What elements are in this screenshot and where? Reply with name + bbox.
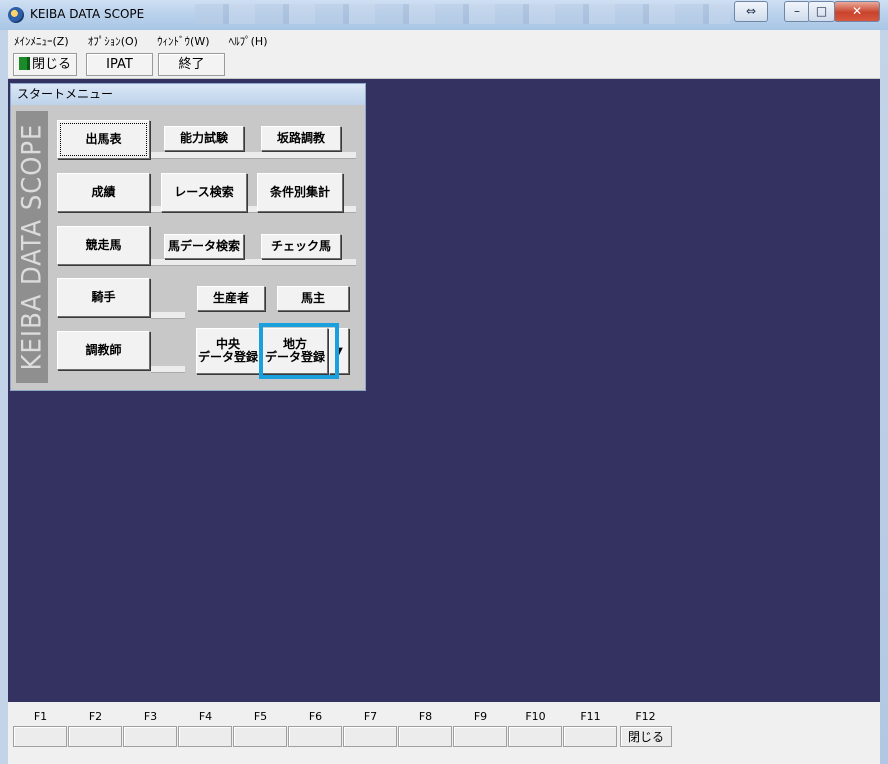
door-exit-icon <box>18 57 30 70</box>
f5-button[interactable] <box>233 726 287 747</box>
f11-button[interactable] <box>563 726 617 747</box>
close-toolbar-label: 閉じる <box>31 57 71 72</box>
kyosoba-button[interactable]: 競走馬 <box>57 226 150 265</box>
side-logo-text: KEIBA DATA SCOPE <box>16 123 48 371</box>
f1-label: F1 <box>33 710 48 723</box>
window-border-right <box>880 30 888 764</box>
f8-label: F8 <box>418 710 433 723</box>
menu-main[interactable]: ﾒｲﾝﾒﾆｭｰ(Z) <box>8 30 69 49</box>
f3-button[interactable] <box>123 726 177 747</box>
hanro-chokyo-button[interactable]: 坂路調教 <box>261 126 341 151</box>
noryoku-shiken-button[interactable]: 能力試験 <box>164 126 244 151</box>
side-logo-strip: KEIBA DATA SCOPE <box>16 111 48 383</box>
f1-button[interactable] <box>13 726 67 747</box>
row4-ledge <box>151 312 185 319</box>
start-menu-title: スタートメニュー <box>11 84 365 105</box>
seiseki-button[interactable]: 成績 <box>57 173 150 212</box>
f2-button[interactable] <box>68 726 122 747</box>
f2-label: F2 <box>88 710 103 723</box>
f12-close-button[interactable]: 閉じる <box>620 726 672 747</box>
maximize-button[interactable]: □ <box>808 1 835 22</box>
f9-button[interactable] <box>453 726 507 747</box>
menu-options[interactable]: ｵﾌﾟｼｮﾝ(O) <box>82 30 138 49</box>
f4-label: F4 <box>198 710 213 723</box>
minimize-button[interactable]: – <box>784 1 810 22</box>
row3-ledge <box>151 259 356 266</box>
close-toolbar-button[interactable]: 閉じる <box>13 53 77 76</box>
toolbar: 閉じる IPAT 終了 <box>8 50 880 79</box>
f9-label: F9 <box>473 710 488 723</box>
restore-arrows-icon[interactable]: ⇔ <box>734 1 768 22</box>
banushi-button[interactable]: 馬主 <box>277 286 349 311</box>
chuo-data-toroku-button[interactable]: 中央 データ登録 <box>196 328 260 374</box>
menu-help[interactable]: ﾍﾙﾌﾟ(H) <box>223 30 268 49</box>
check-uma-button[interactable]: チェック馬 <box>261 234 341 259</box>
exit-button[interactable]: 終了 <box>158 53 225 76</box>
menu-bar: ﾒｲﾝﾒﾆｭｰ(Z) ｵﾌﾟｼｮﾝ(O) ｳｨﾝﾄﾞｳ(W) ﾍﾙﾌﾟ(H) <box>8 30 880 50</box>
background-taskbar-blur <box>195 4 730 24</box>
window-title: KEIBA DATA SCOPE <box>30 7 145 21</box>
menu-window[interactable]: ｳｨﾝﾄﾞｳ(W) <box>151 30 209 49</box>
chiho-highlight-box <box>259 323 339 379</box>
f6-button[interactable] <box>288 726 342 747</box>
f6-label: F6 <box>308 710 323 723</box>
race-search-button[interactable]: レース検索 <box>161 173 247 212</box>
title-bar: KEIBA DATA SCOPE ⇔ – □ ✕ <box>0 0 888 30</box>
f10-label: F10 <box>525 710 546 723</box>
f7-label: F7 <box>363 710 378 723</box>
f10-button[interactable] <box>508 726 562 747</box>
window-border-left <box>0 30 8 764</box>
function-key-bar: F1 F2 F3 F4 F5 F6 F7 F8 F9 F10 F11 F12 閉… <box>8 702 880 764</box>
app-icon <box>8 7 24 23</box>
seisansha-button[interactable]: 生産者 <box>197 286 265 311</box>
row1-ledge <box>151 152 356 159</box>
f8-button[interactable] <box>398 726 452 747</box>
uma-data-search-button[interactable]: 馬データ検索 <box>164 234 244 259</box>
f4-button[interactable] <box>178 726 232 747</box>
f12-label: F12 <box>635 710 656 723</box>
joken-shukei-button[interactable]: 条件別集計 <box>257 173 343 212</box>
chokyoshi-button[interactable]: 調教師 <box>57 331 150 370</box>
ipat-button[interactable]: IPAT <box>86 53 153 76</box>
shutsuba-button[interactable]: 出馬表 <box>57 120 150 159</box>
f5-label: F5 <box>253 710 268 723</box>
chuo-line2: データ登録 <box>197 350 258 364</box>
f3-label: F3 <box>143 710 158 723</box>
row5-ledge <box>151 366 185 373</box>
close-window-button[interactable]: ✕ <box>834 1 880 22</box>
f7-button[interactable] <box>343 726 397 747</box>
kishu-button[interactable]: 騎手 <box>57 278 150 317</box>
start-menu-window: スタートメニュー KEIBA DATA SCOPE 出馬表 能力試験 坂路調教 … <box>10 83 366 391</box>
f11-label: F11 <box>580 710 601 723</box>
